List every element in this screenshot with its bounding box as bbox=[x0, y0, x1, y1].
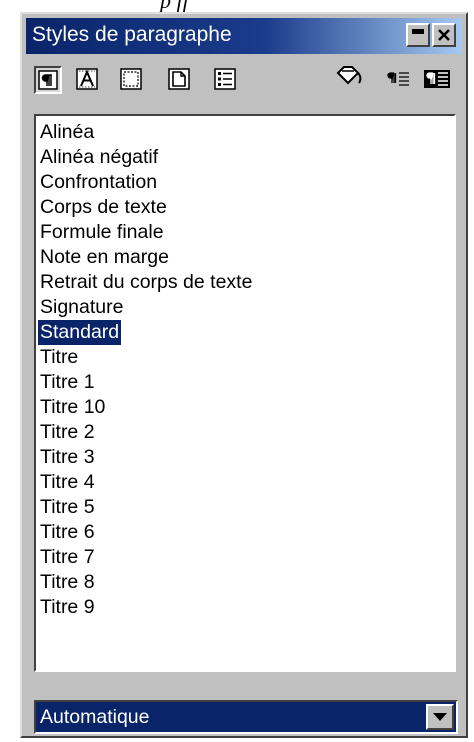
list-item[interactable]: Titre 10 bbox=[38, 395, 107, 420]
list-item[interactable]: Alinéa bbox=[38, 120, 96, 145]
page-styles-icon bbox=[168, 68, 190, 90]
list-item[interactable]: Titre 3 bbox=[38, 445, 97, 470]
list-item[interactable]: Titre 1 bbox=[38, 370, 97, 395]
update-style-button[interactable] bbox=[424, 66, 452, 94]
minimize-button[interactable] bbox=[406, 23, 430, 47]
close-button[interactable] bbox=[432, 23, 456, 47]
list-item[interactable]: Titre 5 bbox=[38, 495, 97, 520]
list-item[interactable]: Signature bbox=[38, 295, 125, 320]
list-item[interactable]: Titre 7 bbox=[38, 545, 97, 570]
background-document-text: p ff bbox=[160, 0, 189, 13]
new-style-from-selection-button[interactable] bbox=[384, 66, 412, 94]
list-item[interactable]: Titre 8 bbox=[38, 570, 97, 595]
list-item[interactable]: Titre 4 bbox=[38, 470, 97, 495]
list-item[interactable]: Confrontation bbox=[38, 170, 159, 195]
screen: p ff Styles de paragraphe Alinéa Alinéa … bbox=[0, 0, 474, 742]
paragraph-styles-icon bbox=[38, 70, 58, 90]
paragraph-styles-button[interactable] bbox=[34, 66, 62, 94]
numbering-styles-icon bbox=[214, 68, 236, 90]
styles-listbox[interactable]: Alinéa Alinéa négatif Confrontation Corp… bbox=[34, 114, 456, 672]
list-item[interactable]: Note en marge bbox=[38, 245, 171, 270]
list-item[interactable]: Corps de texte bbox=[38, 195, 169, 220]
paragraph-styles-panel: Styles de paragraphe Alinéa Alinéa négat… bbox=[20, 12, 468, 738]
panel-titlebar[interactable]: Styles de paragraphe bbox=[26, 18, 462, 54]
frame-styles-icon bbox=[120, 68, 142, 90]
style-toolbar bbox=[26, 58, 462, 108]
chevron-down-icon bbox=[433, 713, 447, 721]
dropdown-button[interactable] bbox=[426, 704, 454, 730]
list-item[interactable]: Titre bbox=[38, 345, 80, 370]
list-item[interactable]: Titre 2 bbox=[38, 420, 97, 445]
close-icon bbox=[438, 29, 450, 41]
fill-format-mode-button[interactable] bbox=[336, 66, 364, 94]
new-style-from-selection-icon bbox=[387, 72, 409, 86]
panel-title: Styles de paragraphe bbox=[32, 23, 232, 46]
list-item-selected[interactable]: Standard bbox=[36, 319, 123, 346]
style-filter-value: Automatique bbox=[40, 706, 150, 728]
update-style-icon bbox=[424, 70, 450, 88]
list-item[interactable]: Titre 6 bbox=[38, 520, 97, 545]
list-item[interactable]: Titre 9 bbox=[38, 595, 97, 620]
page-styles-button[interactable] bbox=[166, 66, 194, 94]
character-styles-icon bbox=[76, 68, 98, 90]
frame-styles-button[interactable] bbox=[118, 66, 146, 94]
list-item[interactable]: Retrait du corps de texte bbox=[38, 270, 254, 295]
numbering-styles-button[interactable] bbox=[212, 66, 240, 94]
list-item[interactable]: Formule finale bbox=[38, 220, 166, 245]
list-item[interactable]: Alinéa négatif bbox=[38, 145, 160, 170]
character-styles-button[interactable] bbox=[74, 66, 102, 94]
fill-format-mode-icon bbox=[336, 66, 362, 85]
style-filter-select[interactable]: Automatique bbox=[34, 700, 458, 734]
